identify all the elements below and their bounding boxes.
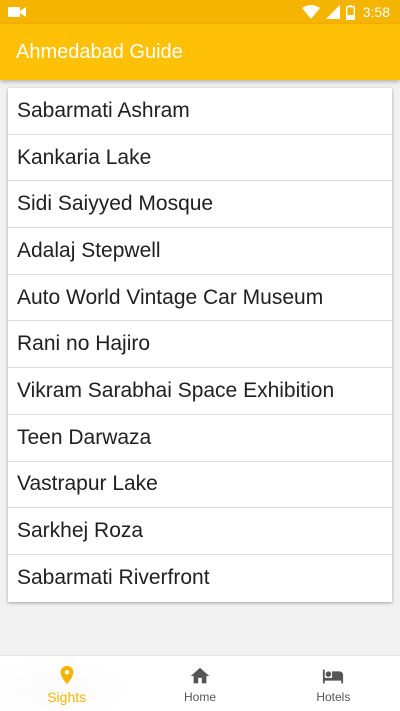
- nav-item-home[interactable]: Home: [133, 656, 266, 711]
- list-item[interactable]: Teen Darwaza: [8, 415, 392, 462]
- home-icon: [190, 667, 210, 684]
- app-bar: Ahmedabad Guide: [0, 24, 400, 80]
- wifi-icon: [301, 5, 320, 19]
- nav-label-sights: Sights: [47, 689, 87, 705]
- list-item[interactable]: Sabarmati Riverfront: [8, 555, 392, 602]
- bed-icon: [323, 669, 344, 684]
- nav-label-home: Home: [183, 690, 216, 704]
- list-item[interactable]: Rani no Hajiro: [8, 321, 392, 369]
- list-item[interactable]: Auto World Vintage Car Museum: [8, 275, 392, 322]
- signal-icon: [325, 5, 340, 19]
- list-item[interactable]: Vikram Sarabhai Space Exhibition: [8, 368, 392, 415]
- list-item[interactable]: Sidi Saiyyed Mosque: [8, 181, 392, 229]
- list-item[interactable]: Vastrapur Lake: [8, 462, 392, 509]
- bottom-navigation: Sights Home Hotels: [0, 655, 400, 711]
- battery-icon: [345, 4, 355, 20]
- app-title: Ahmedabad Guide: [16, 41, 183, 63]
- status-bar: 3:58: [0, 0, 400, 24]
- list-item[interactable]: Kankaria Lake: [8, 135, 392, 182]
- nav-item-sights[interactable]: Sights: [0, 656, 134, 711]
- list-item[interactable]: Adalaj Stepwell: [8, 228, 392, 275]
- nav-label-hotels: Hotels: [316, 690, 351, 704]
- nav-item-hotels[interactable]: Hotels: [267, 656, 400, 711]
- list-item[interactable]: Sabarmati Ashram: [8, 88, 392, 135]
- status-time: 3:58: [362, 4, 390, 20]
- list-item[interactable]: Sarkhej Roza: [8, 508, 392, 555]
- location-pin-icon: [60, 665, 74, 685]
- sights-list: Sabarmati Ashram Kankaria Lake Sidi Saiy…: [8, 88, 392, 602]
- video-camera-icon: [8, 7, 26, 17]
